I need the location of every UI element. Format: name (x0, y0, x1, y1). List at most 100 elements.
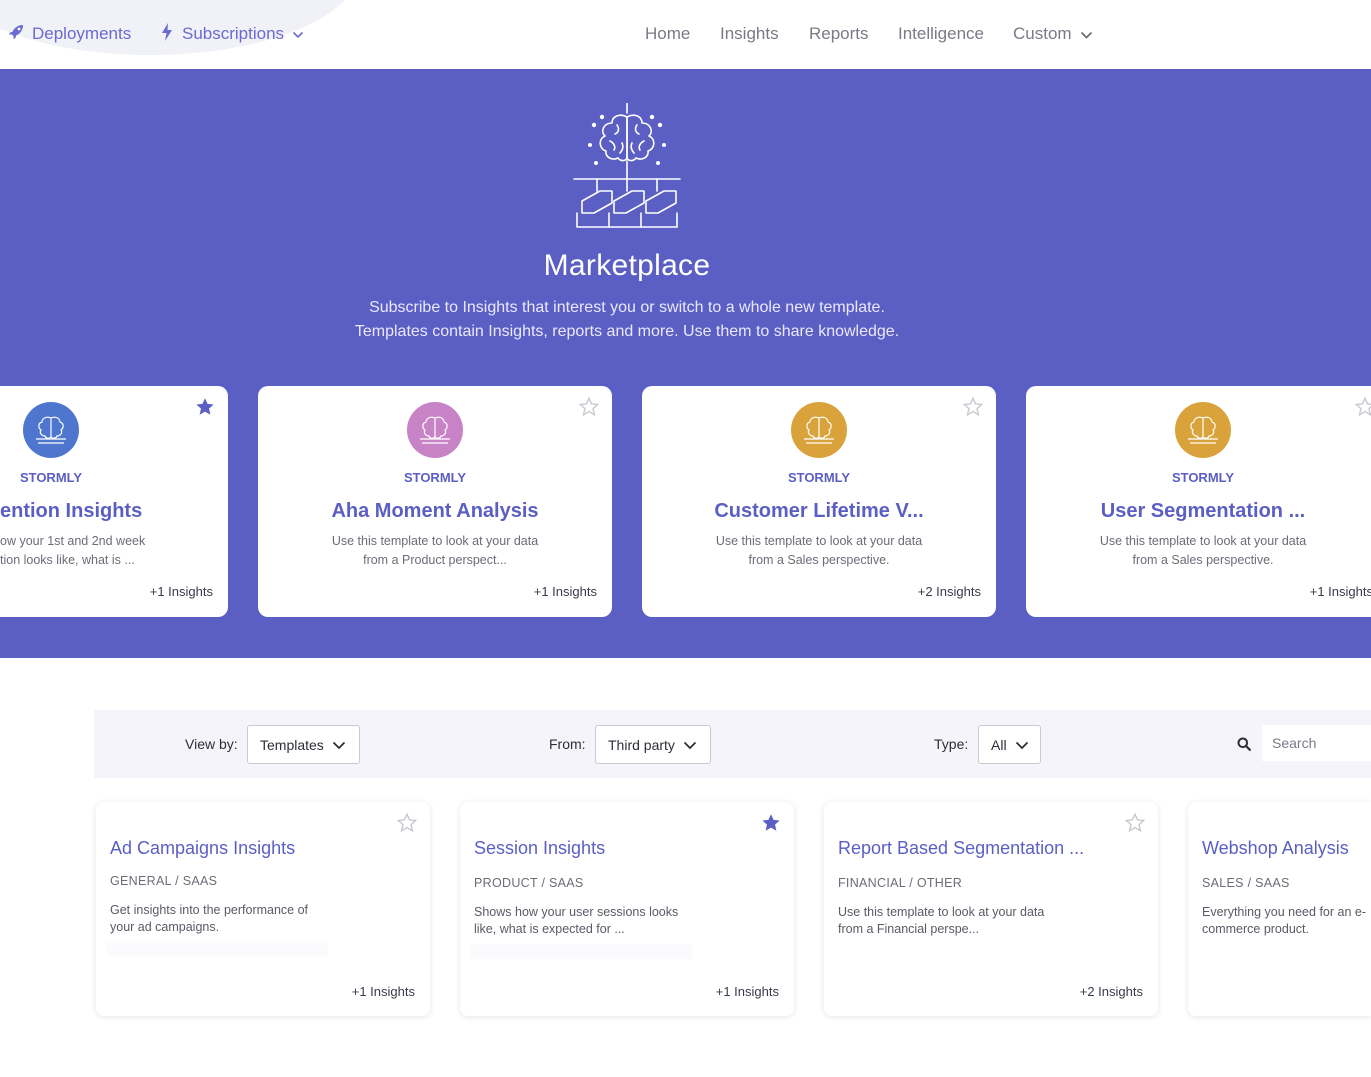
featured-title: User Segmentation ... (1100, 500, 1306, 522)
nav-intelligence-label: Intelligence (898, 24, 985, 43)
template-category: GENERAL / SAAS (110, 874, 218, 888)
featured-card-aha-moment[interactable]: STORMLY Aha Moment Analysis Use this tem… (258, 386, 612, 617)
vendor-label: STORMLY (787, 470, 851, 485)
nav-intelligence[interactable]: Intelligence (898, 22, 984, 46)
chevron-down-icon (1015, 737, 1029, 753)
featured-description-line2: from a Sales perspective. (748, 553, 890, 567)
type-label: Type: (934, 736, 969, 752)
featured-title: Aha Moment Analysis (331, 500, 539, 522)
template-description: Use this template to look at your data f… (838, 904, 1063, 938)
featured-description: Use this template to look at your data f… (709, 532, 929, 570)
template-description: Everything you need for an e- commerce p… (1202, 904, 1370, 938)
vendor-label: STORMLY (19, 470, 83, 485)
featured-description-line2: tion looks like, what is ... (0, 553, 135, 567)
template-description: Shows how your user sessions looks like,… (474, 904, 699, 938)
template-card-ad-campaigns[interactable]: Ad Campaigns Insights GENERAL / SAAS Get… (96, 802, 430, 1016)
insights-count: +1 Insights (533, 584, 597, 599)
avatar (407, 402, 463, 458)
search-input[interactable] (1262, 725, 1371, 761)
template-description-line2: like, what is expected for ... (474, 922, 625, 936)
vendor-label: STORMLY (1171, 470, 1235, 485)
nav-custom[interactable]: Custom (1013, 22, 1093, 46)
featured-description-line1: Use this template to look at your data (715, 534, 923, 548)
avatar (791, 402, 847, 458)
lightning-icon (160, 22, 174, 46)
from-label: From: (549, 736, 586, 752)
template-description-line2: from a Financial perspe... (838, 922, 980, 936)
template-description-line1: Everything you need for an e- (1202, 905, 1366, 919)
brain-network-icon (572, 102, 682, 234)
chevron-down-icon (332, 737, 346, 753)
template-title: Webshop Analysis (1202, 838, 1349, 858)
avatar (1175, 402, 1231, 458)
hero-subtitle-line2: Templates contain Insights, reports and … (354, 323, 900, 340)
chevron-down-icon (292, 24, 304, 44)
nav-subscriptions-label: Subscriptions (182, 24, 285, 43)
template-title: Session Insights (474, 838, 606, 858)
avatar (23, 402, 79, 458)
template-title: Ad Campaigns Insights (110, 838, 296, 858)
view-by-select[interactable]: Templates (247, 725, 360, 764)
template-category: PRODUCT / SAAS (474, 876, 584, 890)
star-outline-icon[interactable] (578, 396, 600, 418)
nav-custom-label: Custom (1013, 24, 1072, 43)
nav-reports[interactable]: Reports (809, 22, 869, 46)
nav-insights-label: Insights (720, 24, 779, 43)
nav-reports-label: Reports (809, 24, 869, 43)
insights-count: +1 Insights (149, 584, 213, 599)
nav-subscriptions[interactable]: Subscriptions (160, 22, 304, 46)
template-description-line1: Shows how your user sessions looks (474, 905, 679, 919)
featured-description-line2: from a Product perspect... (363, 553, 507, 567)
view-by-value: Templates (260, 736, 324, 753)
template-description-line1: Use this template to look at your data (838, 905, 1045, 919)
chevron-down-icon (1080, 24, 1093, 44)
from-value: Third party (608, 736, 675, 753)
star-outline-icon[interactable] (1354, 396, 1371, 418)
type-value: All (991, 736, 1007, 753)
star-outline-icon[interactable] (962, 396, 984, 418)
description-fade (106, 941, 328, 956)
nav-insights[interactable]: Insights (720, 22, 779, 46)
vendor-label: STORMLY (403, 470, 467, 485)
insights-count: +2 Insights (917, 584, 981, 599)
description-fade (470, 944, 692, 959)
template-category: SALES / SAAS (1202, 876, 1290, 890)
star-outline-icon[interactable] (1124, 812, 1146, 834)
featured-description-line1: Use this template to look at your data (1099, 534, 1307, 548)
template-card-session-insights[interactable]: Session Insights PRODUCT / SAAS Shows ho… (460, 802, 794, 1016)
insights-count: +1 Insights (1309, 584, 1371, 599)
featured-description: Use this template to look at your data f… (1093, 532, 1313, 570)
type-select[interactable]: All (978, 725, 1041, 764)
featured-description: ow your 1st and 2nd week tion looks like… (0, 532, 220, 570)
view-by-label: View by: (185, 736, 238, 752)
featured-description-line1: ow your 1st and 2nd week (0, 534, 146, 548)
template-description: Get insights into the performance of you… (110, 902, 335, 936)
nav-home[interactable]: Home (645, 22, 690, 46)
featured-description-line1: Use this template to look at your data (331, 534, 539, 548)
chevron-down-icon (683, 737, 697, 753)
insights-count: +1 Insights (715, 984, 779, 999)
template-card-webshop-analysis[interactable]: Webshop Analysis SALES / SAAS Everything… (1188, 802, 1371, 1016)
template-description-line2: your ad campaigns. (110, 920, 220, 934)
from-select[interactable]: Third party (595, 725, 711, 764)
nav-home-label: Home (645, 24, 691, 43)
featured-card-retention-insights[interactable]: STORMLY ention Insights ow your 1st and … (0, 386, 228, 617)
hero-subtitle-line1: Subscribe to Insights that interest you … (369, 299, 885, 316)
star-outline-icon[interactable] (396, 812, 418, 834)
template-description-line1: Get insights into the performance of (110, 903, 309, 917)
featured-title: Customer Lifetime V... (714, 500, 924, 522)
search-icon[interactable] (1237, 737, 1251, 756)
nav-deployments[interactable]: Deployments (8, 22, 131, 46)
page-title: Marketplace (543, 249, 711, 282)
template-card-report-segmentation[interactable]: Report Based Segmentation ... FINANCIAL … (824, 802, 1158, 1016)
rocket-icon (8, 24, 24, 45)
insights-count: +1 Insights (351, 984, 415, 999)
template-description-line2: commerce product. (1202, 922, 1309, 936)
star-filled-icon[interactable] (194, 396, 216, 418)
star-filled-icon[interactable] (760, 812, 782, 834)
featured-card-customer-lifetime[interactable]: STORMLY Customer Lifetime V... Use this … (642, 386, 996, 617)
featured-description: Use this template to look at your data f… (325, 532, 545, 570)
marketplace-hero: Marketplace Subscribe to Insights that i… (0, 69, 1371, 658)
insights-count: +2 Insights (1079, 984, 1143, 999)
featured-card-user-segmentation[interactable]: STORMLY User Segmentation ... Use this t… (1026, 386, 1371, 617)
